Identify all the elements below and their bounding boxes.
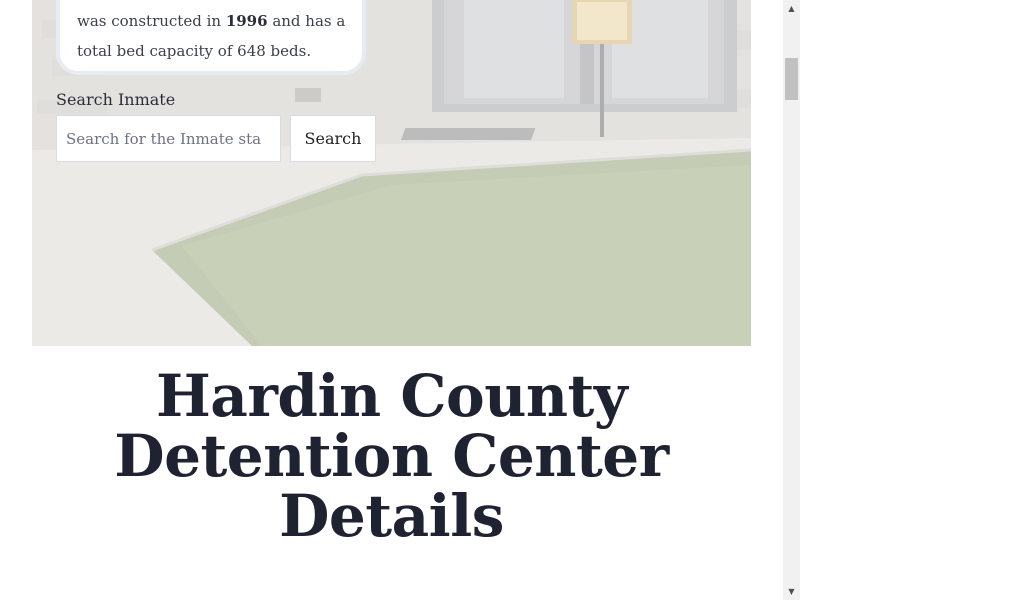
info-suffix: and has a <box>267 12 346 30</box>
page-title: Hardin County Detention Center Details <box>32 366 751 546</box>
info-prefix: was constructed in <box>77 12 226 30</box>
scroll-down-arrow-icon[interactable]: ▼ <box>783 583 800 600</box>
page-viewport: was constructed in 1996 and has a total … <box>0 0 783 600</box>
search-button[interactable]: Search <box>290 115 376 162</box>
facility-info-text: was constructed in 1996 and has a total … <box>77 6 362 66</box>
info-line-2: total bed capacity of 648 beds. <box>77 42 312 60</box>
search-inmate-input[interactable] <box>56 115 281 162</box>
scrollbar-thumb[interactable] <box>785 58 798 100</box>
info-line-1: was constructed in 1996 and has a <box>77 6 362 36</box>
title-line-3: Details <box>279 482 504 550</box>
construction-year: 1996 <box>225 12 268 30</box>
title-line-1: Hardin County <box>155 362 628 430</box>
title-line-2: Detention Center <box>114 422 669 490</box>
vertical-scrollbar[interactable]: ▲ ▼ <box>783 0 800 600</box>
search-label: Search Inmate <box>56 90 176 109</box>
scroll-up-arrow-icon[interactable]: ▲ <box>783 0 800 17</box>
